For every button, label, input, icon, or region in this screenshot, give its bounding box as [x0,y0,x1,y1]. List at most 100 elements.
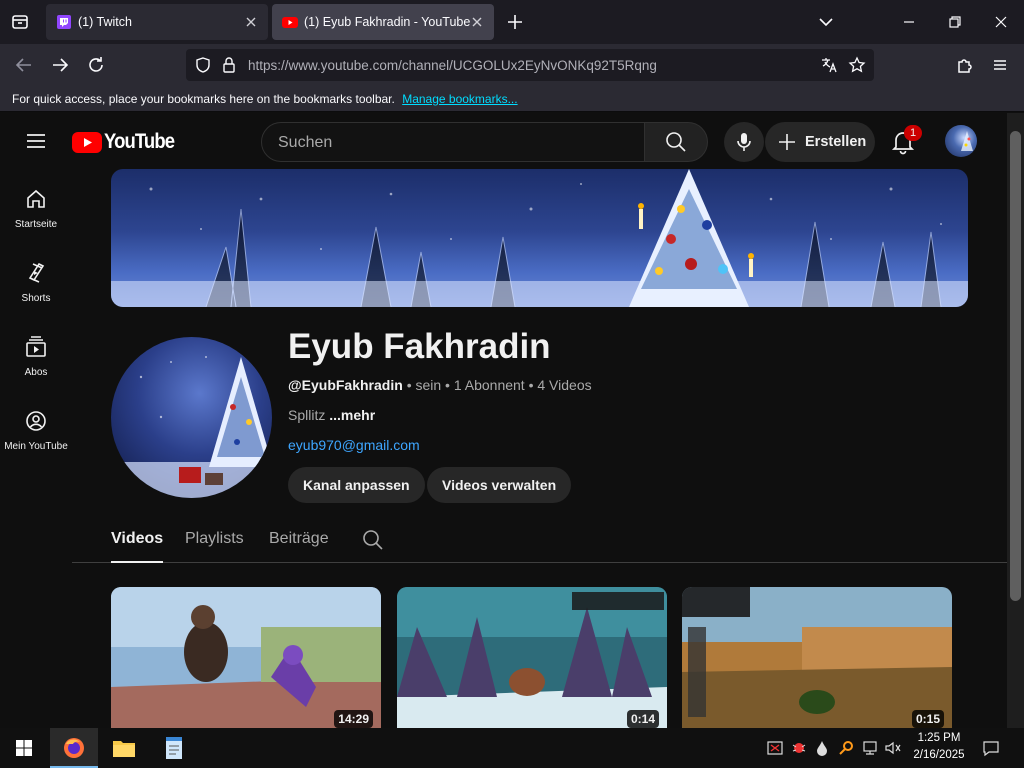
notification-center-icon[interactable] [982,739,1000,757]
extensions-icon[interactable] [953,53,977,77]
video-thumbnail[interactable]: 14:29 [111,587,381,728]
tray-bug-icon[interactable] [791,740,807,756]
youtube-favicon-icon [282,17,298,28]
list-tabs-icon[interactable] [814,10,838,34]
notepad-icon [166,737,182,759]
video-thumbnail[interactable]: 0:14 [397,587,667,728]
taskbar-file-explorer[interactable] [100,728,148,768]
scrollbar-thumb[interactable] [1010,131,1021,601]
app-menu-icon[interactable] [988,53,1012,77]
youtube-logo-icon [72,131,102,153]
bookmarks-toolbar: For quick access, place your bookmarks h… [0,86,1024,112]
lock-icon[interactable] [221,56,237,74]
channel-description[interactable]: Spllitz ...mehr [288,407,375,423]
close-tab-icon[interactable] [468,13,486,31]
minimize-icon[interactable] [897,10,921,34]
channel-avatar[interactable] [111,337,272,498]
manage-videos-button[interactable]: Videos verwalten [427,467,572,503]
masthead: YouTube Suchen Erstellen 1 [0,113,1007,169]
channel-name: Eyub Fakhradin [288,327,551,366]
twitch-icon [57,15,71,29]
more-link[interactable]: ...mehr [329,407,375,423]
browser-nav-bar: https://www.youtube.com/channel/UCGOLUx2… [0,44,1024,86]
hamburger-menu-icon[interactable] [24,129,48,153]
microphone-icon [737,133,751,151]
guide-item-you[interactable]: Mein YouTube [0,409,72,483]
customize-channel-button[interactable]: Kanal anpassen [288,467,425,503]
bookmarks-prompt: For quick access, place your bookmarks h… [12,92,395,106]
channel-search-icon[interactable] [362,529,384,551]
guide-item-subscriptions[interactable]: Abos [0,335,72,409]
video-duration: 14:29 [334,710,373,728]
guide-label: Abos [24,367,48,378]
close-tab-icon[interactable] [242,13,260,31]
tray-key-icon[interactable] [838,740,854,756]
account-avatar[interactable] [945,125,977,157]
create-button[interactable]: Erstellen [765,122,875,162]
tab-youtube[interactable]: (1) Eyub Fakhradin - YouTube [272,4,494,40]
channel-banner [111,169,968,307]
url-bar[interactable]: https://www.youtube.com/channel/UCGOLUx2… [186,49,874,81]
translate-icon[interactable] [820,56,838,74]
tray-droplet-icon[interactable] [815,740,829,756]
shield-icon[interactable] [194,56,212,74]
you-icon [26,411,46,431]
taskbar-date[interactable]: 2/16/2025 [906,749,972,761]
tab-twitch[interactable]: (1) Twitch [46,4,268,40]
tab-videos[interactable]: Videos [111,530,164,563]
firefox-icon [64,738,84,758]
start-button[interactable] [0,728,48,768]
notification-badge: 1 [904,125,922,141]
tab-title: (1) Eyub Fakhradin - YouTube [304,15,471,29]
home-icon [27,189,45,208]
logo-text: YouTube [104,130,175,153]
volume-muted-icon[interactable] [884,740,902,756]
tab-playlists[interactable]: Playlists [185,530,244,563]
new-tab-icon[interactable] [503,10,527,34]
search-input[interactable]: Suchen [261,122,645,162]
bookmark-star-icon[interactable] [848,56,866,74]
back-icon[interactable] [12,53,36,77]
youtube-logo[interactable]: YouTube [72,130,184,154]
guide-label: Shorts [21,293,51,304]
folder-icon [113,741,135,757]
tab-overview-icon[interactable] [8,10,32,34]
voice-search-button[interactable] [724,122,764,162]
restore-icon[interactable] [943,10,967,34]
taskbar-time[interactable]: 1:25 PM [906,732,972,744]
video-thumbnail[interactable]: 0:15 [682,587,952,728]
channel-email-link[interactable]: eyub970@gmail.com [288,437,420,453]
tab-title: (1) Twitch [78,15,132,29]
subscriptions-icon [26,336,46,357]
channel-tabs: Videos Playlists Beiträge [72,517,1007,563]
search-placeholder: Suchen [278,134,333,151]
plus-icon [779,134,795,150]
forward-icon[interactable] [48,53,72,77]
reload-icon[interactable] [84,53,108,77]
channel-meta: @EyubFakhradin • sein • 1 Abonnent • 4 V… [288,377,592,393]
url-text: https://www.youtube.com/channel/UCGOLUx2… [248,58,657,73]
guide-label: Mein YouTube [4,441,68,452]
video-duration: 0:14 [626,710,659,728]
create-label: Erstellen [805,134,867,150]
description-text: Spllitz [288,407,326,423]
page-scrollbar[interactable] [1007,113,1024,728]
video-duration: 0:15 [911,710,944,728]
channel-handle: @EyubFakhradin [288,377,403,393]
guide-item-shorts[interactable]: Shorts [0,261,72,335]
channel-stats: • sein • 1 Abonnent • 4 Videos [406,377,592,393]
tray-app-icon[interactable] [767,740,783,756]
taskbar-notepad[interactable] [150,728,198,768]
manage-bookmarks-link[interactable]: Manage bookmarks... [402,92,517,106]
browser-tab-bar: (1) Twitch (1) Eyub Fakhradin - YouTube [0,0,1024,44]
shorts-icon [28,262,45,283]
guide-item-home[interactable]: Startseite [0,187,72,261]
search-icon [666,132,686,152]
tab-posts[interactable]: Beiträge [269,530,329,563]
close-window-icon[interactable] [989,10,1013,34]
taskbar-firefox[interactable] [50,728,98,768]
guide-label: Startseite [14,219,58,230]
search-button[interactable] [644,122,708,162]
network-icon[interactable] [862,740,878,756]
youtube-page: YouTube Suchen Erstellen 1 Startseite Sh… [0,113,1007,728]
